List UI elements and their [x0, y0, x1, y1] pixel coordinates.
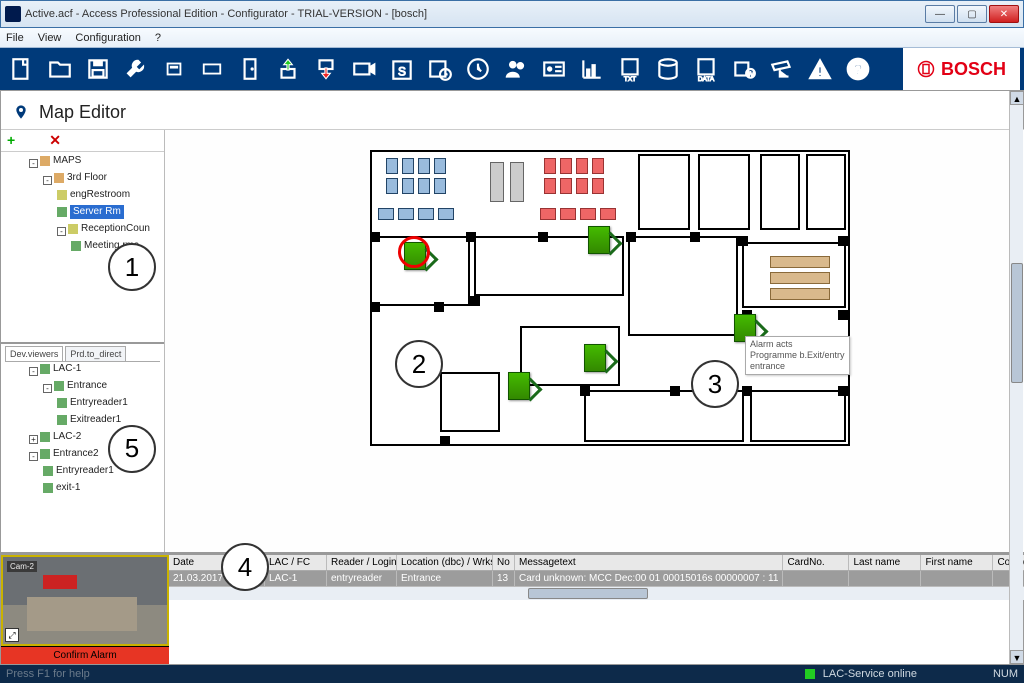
badge-icon[interactable]: W [726, 51, 762, 87]
svg-text:DATA: DATA [698, 76, 715, 82]
callout-3: 3 [691, 360, 739, 408]
camera-icon[interactable] [346, 51, 382, 87]
close-button[interactable]: ✕ [989, 5, 1019, 23]
data-icon[interactable]: DATA [688, 51, 724, 87]
log-header: Date LAC / FC Reader / Login Location (d… [169, 555, 1024, 571]
status-service: LAC-Service online [823, 668, 917, 680]
new-icon[interactable] [4, 51, 40, 87]
menu-file[interactable]: File [6, 32, 24, 44]
delete-button[interactable]: ✕ [49, 132, 61, 149]
brand-label: BOSCH [941, 59, 1006, 80]
status-num: NUM [993, 668, 1018, 680]
txt-icon[interactable]: TXT [612, 51, 648, 87]
door-marker[interactable] [584, 344, 606, 372]
event-log: Date LAC / FC Reader / Login Location (d… [169, 555, 1024, 600]
brand-area: BOSCH [903, 48, 1020, 90]
menu-help[interactable]: ? [155, 32, 161, 44]
selected-map-node: Server Rm [70, 205, 124, 219]
help-icon[interactable]: ? [840, 51, 876, 87]
lower-panel: Cam-2 ⤢ Confirm Alarm Date LAC / FC Read… [1, 552, 1024, 664]
device-tooltip: Alarm acts Programme b.Exit/entry entran… [745, 336, 850, 375]
upload-green-icon[interactable] [270, 51, 306, 87]
callout-2: 2 [395, 340, 443, 388]
warning-icon[interactable] [802, 51, 838, 87]
bosch-emblem-icon [917, 60, 935, 78]
location-pin-icon [13, 101, 29, 123]
camera-thumbnail[interactable]: Cam-2 ⤢ [1, 555, 169, 646]
menu-view[interactable]: View [38, 32, 62, 44]
menu-bar: File View Configuration ? [0, 28, 1024, 48]
tab-devviewers[interactable]: Dev.viewers [5, 346, 63, 361]
page-title: Map Editor [39, 102, 126, 123]
camera-label: Cam-2 [7, 561, 37, 572]
reader-icon[interactable] [156, 51, 192, 87]
cam2-icon[interactable] [764, 51, 800, 87]
open-icon[interactable] [42, 51, 78, 87]
maximize-button[interactable]: ▢ [957, 5, 987, 23]
people-icon[interactable] [498, 51, 534, 87]
status-help: Press F1 for help [6, 668, 90, 680]
log-horizontal-scrollbar[interactable] [169, 586, 1024, 600]
page-header: Map Editor [1, 91, 1024, 129]
maps-tree[interactable]: -MAPS -3rd Floor engRestroom Server Rm -… [5, 154, 160, 256]
menu-configuration[interactable]: Configuration [75, 32, 140, 44]
service-led-icon [805, 669, 815, 679]
floorplan [370, 150, 850, 446]
log-row[interactable]: 21.03.2017 12:11 LAC-1 entryreader Entra… [169, 571, 1024, 586]
minimize-button[interactable]: — [925, 5, 955, 23]
svg-text:S: S [398, 65, 406, 79]
schedule-icon[interactable] [422, 51, 458, 87]
card-icon[interactable] [194, 51, 230, 87]
add-button[interactable]: + [7, 132, 15, 149]
map-canvas[interactable]: 2 3 Alarm acts Programme b.Exit/entry en… [165, 130, 1024, 552]
door-marker[interactable] [508, 372, 530, 400]
svg-text:TXT: TXT [624, 76, 636, 82]
database-icon[interactable] [650, 51, 686, 87]
callout-4: 4 [221, 543, 269, 591]
idcard-icon[interactable] [536, 51, 572, 87]
chart-icon[interactable] [574, 51, 610, 87]
expand-icon[interactable]: ⤢ [5, 628, 19, 642]
main-area: Map Editor + ✕ -MAPS -3rd Floor engR [0, 90, 1024, 665]
status-bar: Press F1 for help LAC-Service online NUM [0, 665, 1024, 683]
app-icon [5, 6, 21, 22]
callout-1: 1 [108, 243, 156, 291]
svg-text:?: ? [854, 61, 862, 78]
download-red-icon[interactable] [308, 51, 344, 87]
window-title: Active.acf - Access Professional Edition… [25, 8, 925, 20]
device-tree-panel: Dev.viewers Prd.to_direct -LAC-1 -Entran… [1, 342, 164, 512]
main-toolbar: S TXT DATA W ? BOSCH [0, 48, 1024, 90]
callout-5: 5 [108, 425, 156, 473]
alarm-highlight-ring [398, 236, 430, 268]
vertical-scrollbar[interactable]: ▲ ▼ [1009, 91, 1023, 664]
sidebar: + ✕ -MAPS -3rd Floor engRestroom Server … [1, 130, 165, 552]
clock-icon[interactable] [460, 51, 496, 87]
calendar-s-icon[interactable]: S [384, 51, 420, 87]
wrench-icon[interactable] [118, 51, 154, 87]
maps-tree-panel: -MAPS -3rd Floor engRestroom Server Rm -… [1, 152, 164, 342]
window-titlebar: Active.acf - Access Professional Edition… [0, 0, 1024, 28]
sidebar-tools: + ✕ [1, 130, 164, 152]
svg-text:W: W [747, 70, 755, 79]
door-icon[interactable] [232, 51, 268, 87]
tab-prd[interactable]: Prd.to_direct [65, 346, 126, 361]
confirm-alarm-button[interactable]: Confirm Alarm [1, 646, 169, 664]
door-marker[interactable] [588, 226, 610, 254]
save-icon[interactable] [80, 51, 116, 87]
